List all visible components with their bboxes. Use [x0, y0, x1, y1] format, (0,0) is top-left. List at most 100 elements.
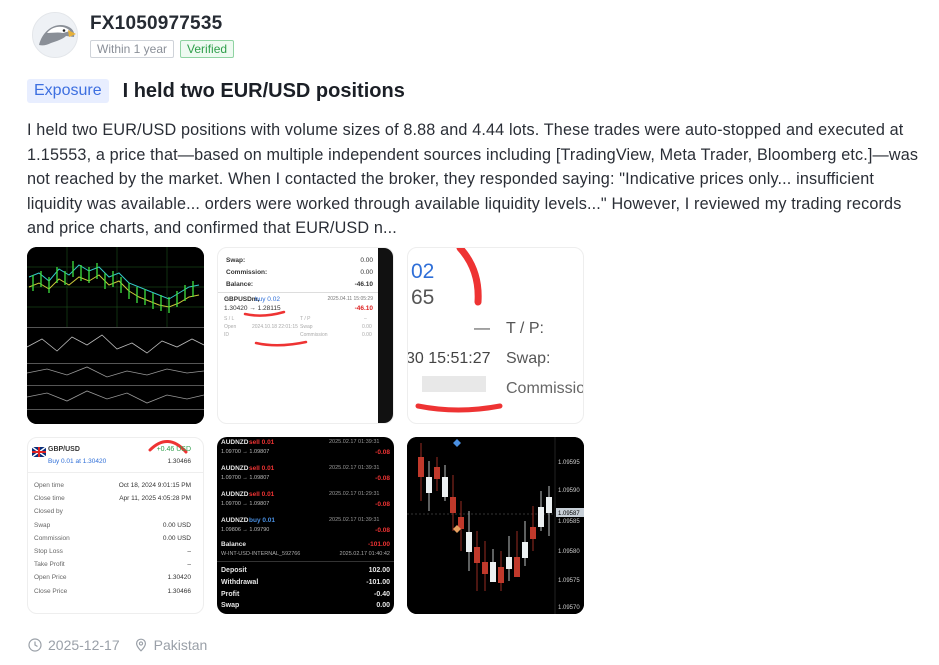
candlestick	[466, 532, 472, 552]
zoom-value-2: 65	[411, 286, 435, 309]
detail-value: 1.30466	[167, 587, 192, 595]
trade-symbol: AUDNZD	[221, 517, 249, 524]
zoom-commission-label: Commissio	[506, 380, 584, 397]
verified-badge: Verified	[180, 39, 235, 58]
eagle-avatar-icon	[33, 13, 77, 57]
zoom-dash: —	[474, 320, 490, 337]
screenshot-thumbnail-5[interactable]: AUDNZD sell 0.01 -0.08 1.09700 → 1.09807 202…	[217, 437, 394, 614]
trade-pl: -0.08	[375, 449, 390, 456]
withdrawal-label: Withdrawal	[221, 579, 259, 586]
category-tag[interactable]: Exposure	[27, 79, 109, 103]
svg-text:0.00: 0.00	[362, 324, 372, 330]
profit-value: -0.40	[374, 591, 390, 598]
screenshot-thumbnail-4[interactable]: GBP/USD +0.46 USD Buy 0.01 at 1.30420 1.…	[27, 437, 204, 614]
balance-label: Balance	[221, 541, 246, 548]
user-avatar[interactable]	[32, 12, 78, 58]
position-pl: +0.46 USD	[156, 446, 191, 453]
candlestick	[514, 557, 520, 577]
trade-pl: -0.08	[375, 475, 390, 482]
detail-value: 0.00 USD	[162, 521, 191, 529]
zoom-time: 30 15:51:27	[407, 350, 491, 367]
svg-text:Swap: Swap	[300, 324, 313, 330]
trade-prices: 1.09700 → 1.09807	[221, 449, 270, 455]
withdrawal-value: -101.00	[366, 579, 390, 586]
svg-text:0.00: 0.00	[362, 332, 372, 338]
detail-value: 0.00 USD	[162, 534, 191, 542]
candlestick	[530, 527, 536, 539]
trade-symbol: AUDNZD	[221, 491, 249, 498]
screenshot-thumbnail-2[interactable]: Swap: 0.00 Commission: 0.00 Balance: -46…	[217, 247, 394, 424]
post-body[interactable]: I held two EUR/USD positions with volume…	[27, 118, 925, 241]
zoom-value-1: 02	[411, 260, 435, 283]
svg-text:ID: ID	[224, 332, 229, 338]
trade-symbol: AUDNZD	[221, 439, 249, 446]
trade-pl: -0.08	[375, 527, 390, 534]
price-tick-label: 1.09575	[558, 578, 580, 584]
candlestick	[490, 562, 496, 582]
price-tick-label: 1.09585	[558, 519, 580, 525]
candlestick-chart: 1.09595 1.09590 1.09585 1.09580 1.09575 1.095…	[407, 437, 584, 614]
location-pin-icon	[135, 638, 146, 652]
candlestick	[426, 477, 432, 493]
trade-pl: -0.08	[375, 501, 390, 508]
post-location[interactable]: Pakistan	[154, 637, 208, 653]
post-header: FX1050977535 Within 1 year Verified	[32, 12, 235, 58]
candlestick	[498, 567, 504, 583]
balance-value: -101.00	[367, 541, 390, 548]
detail-value: Apr 11, 2025 4:05:28 PM	[119, 495, 191, 503]
detail-label: Closed by	[34, 508, 63, 516]
candlestick	[506, 557, 512, 569]
swap-label: Swap	[221, 602, 240, 609]
candlestick	[442, 477, 448, 497]
username[interactable]: FX1050977535	[90, 13, 234, 35]
trading-chart-image	[27, 247, 204, 424]
trade-date: 2025.02.17 01:29:31	[329, 491, 380, 497]
trade-side: sell 0.01	[249, 439, 275, 446]
trade-symbol: AUDNZD	[221, 465, 249, 472]
detail-label: Open Price	[34, 574, 67, 582]
detail-value: –	[187, 548, 191, 555]
post-date: 2025-12-17	[48, 637, 120, 653]
trade-date: 2025.02.17 01:39:31	[329, 439, 380, 445]
trade-side: sell 0.01	[249, 465, 275, 472]
price-tick-label: 1.09580	[558, 549, 580, 555]
detail-label: Close Price	[34, 587, 68, 595]
detail-label: Commission	[34, 534, 70, 542]
detail-value: 1.30420	[167, 574, 192, 582]
price-tick-label: 1.09595	[558, 460, 580, 466]
account-id: W-INT-USD-INTERNAL_592766	[221, 551, 301, 557]
red-marker-annotations: S / L T / P Open 2024.10.18 22:01:15 Swap I…	[224, 248, 393, 423]
current-price-label: 1.09587	[558, 511, 580, 517]
deposit-value: 102.00	[368, 567, 390, 574]
deposit-label: Deposit	[221, 567, 247, 574]
detail-label: Close time	[34, 495, 65, 503]
svg-text:Commission: Commission	[300, 332, 328, 338]
screenshot-thumbnail-3[interactable]: 02 65 — T / P: 30 15:51:27 Swap: Commiss…	[407, 247, 584, 424]
candlestick	[482, 562, 488, 574]
position-price: 1.30466	[167, 458, 192, 465]
position-symbol: GBP/USD	[48, 446, 80, 453]
flag-icon	[32, 447, 46, 457]
svg-text:–: –	[364, 316, 367, 322]
candlestick	[538, 507, 544, 527]
clock-icon	[28, 638, 42, 652]
post-title[interactable]: I held two EUR/USD positions	[123, 80, 405, 103]
zoom-swap-label: Swap:	[506, 350, 551, 367]
trade-date: 2025.02.17 01:39:31	[329, 517, 380, 523]
svg-text:S / L: S / L	[224, 316, 235, 322]
screenshot-thumbnail-6[interactable]: 1.09595 1.09590 1.09585 1.09580 1.09575 1.095…	[407, 437, 584, 614]
candlestick	[522, 542, 528, 558]
position-side: Buy 0.01 at 1.30420	[48, 458, 107, 465]
detail-label: Open time	[34, 482, 64, 489]
trade-prices: 1.09700 → 1.09807	[221, 475, 270, 481]
detail-value: Oct 18, 2024 9:01:15 PM	[118, 482, 191, 489]
svg-text:2024.10.18 22:01:15: 2024.10.18 22:01:15	[252, 324, 298, 330]
trade-prices: 1.09700 → 1.09807	[221, 501, 270, 507]
candlestick	[434, 467, 440, 479]
post-title-row: Exposure I held two EUR/USD positions	[27, 79, 405, 103]
detail-label: Take Profit	[34, 561, 65, 569]
candlestick	[546, 497, 552, 513]
screenshot-thumbnail-1[interactable]	[27, 247, 204, 424]
candlestick	[474, 547, 480, 563]
price-tick-label: 1.09570	[558, 605, 580, 611]
